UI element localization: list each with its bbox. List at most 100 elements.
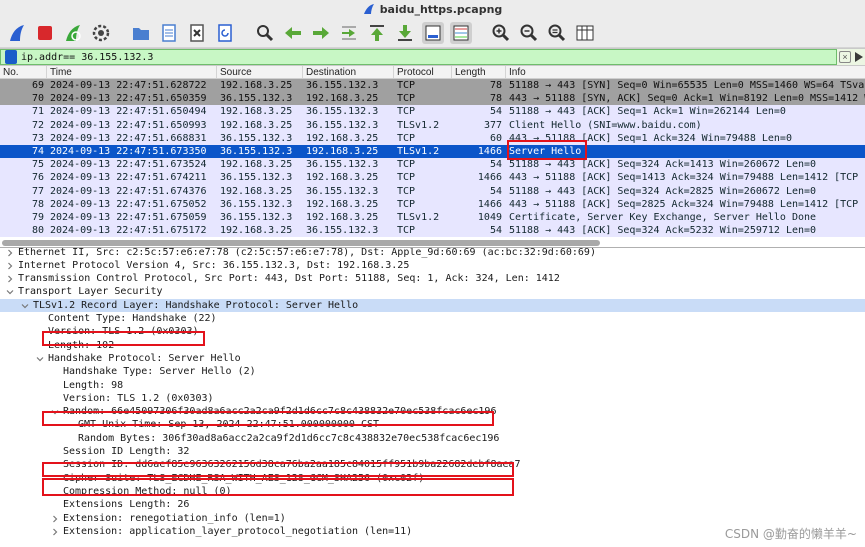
resize-columns-icon: [576, 25, 594, 40]
detail-random-bytes[interactable]: Random Bytes: 306f30ad8a6acc2a2ca9f2d1d6…: [0, 432, 865, 445]
detail-ext-reneg[interactable]: Extension: renegotiation_info (len=1): [0, 512, 865, 525]
packet-row[interactable]: 72 2024-09-13 22:47:51.650993 192.168.3.25…: [0, 118, 865, 132]
detail-tls[interactable]: Transport Layer Security: [0, 285, 865, 298]
packet-cell-time: 2024-09-13 22:47:51.673350: [50, 145, 207, 157]
packet-row[interactable]: 79 2024-09-13 22:47:51.675059 36.155.132.3…: [0, 210, 865, 225]
chevron-right-icon[interactable]: [51, 528, 59, 536]
column-destination[interactable]: Destination: [303, 66, 394, 78]
packet-cell-no: 77: [31, 185, 44, 197]
packet-cell-dst: 36.155.132.3: [306, 159, 379, 171]
clear-filter-icon[interactable]: ×: [839, 51, 851, 63]
packet-cell-len: 54: [489, 159, 502, 171]
filter-bookmark-icon[interactable]: [5, 50, 17, 64]
stop-capture-button[interactable]: [34, 22, 56, 44]
detail-ip[interactable]: Internet Protocol Version 4, Src: 36.155…: [0, 259, 865, 272]
packet-cell-dst: 192.168.3.25: [306, 198, 379, 210]
capture-options-button[interactable]: [90, 22, 112, 44]
packet-cell-time: 2024-09-13 22:47:51.673524: [50, 159, 207, 171]
packet-row[interactable]: 76 2024-09-13 22:47:51.674211 36.155.132.3…: [0, 171, 865, 185]
packet-cell-proto: TCP: [397, 132, 416, 144]
detail-text: Random Bytes: 306f30ad8a6acc2a2ca9f2d1d6…: [78, 432, 500, 444]
autoscroll-icon: [425, 25, 441, 40]
packet-cell-len: 1049: [477, 211, 502, 223]
column-info[interactable]: Info: [506, 66, 865, 78]
save-file-button[interactable]: [158, 22, 180, 44]
packet-cell-no: 76: [31, 172, 44, 184]
detail-handshake[interactable]: Handshake Protocol: Server Hello: [0, 352, 865, 365]
detail-tls-record[interactable]: TLSv1.2 Record Layer: Handshake Protocol…: [0, 298, 865, 312]
packet-cell-src: 192.168.3.25: [220, 185, 293, 197]
open-file-button[interactable]: [130, 22, 152, 44]
detail-content-type[interactable]: Content Type: Handshake (22): [0, 312, 865, 325]
close-file-button[interactable]: [186, 22, 208, 44]
reload-file-button[interactable]: [214, 22, 236, 44]
display-filter-input[interactable]: ip.addr== 36.155.132.3: [0, 49, 837, 65]
go-first-packet-button[interactable]: [366, 22, 388, 44]
column-no[interactable]: No.: [0, 66, 47, 78]
colorize-icon: [453, 25, 469, 40]
detail-session-id-length[interactable]: Session ID Length: 32: [0, 445, 865, 458]
chevron-down-icon[interactable]: [6, 288, 14, 296]
detail-handshake-type[interactable]: Handshake Type: Server Hello (2): [0, 365, 865, 378]
packet-cell-proto: TCP: [397, 159, 416, 171]
colorize-button[interactable]: [450, 21, 472, 44]
detail-ext-length[interactable]: Extensions Length: 26: [0, 498, 865, 511]
packet-cell-info: 51188 → 443 [ACK] Seq=324 Ack=2825 Win=2…: [509, 185, 817, 197]
packet-row[interactable]: 78 2024-09-13 22:47:51.675052 36.155.132.3…: [0, 197, 865, 211]
detail-tcp[interactable]: Transmission Control Protocol, Src Port:…: [0, 272, 865, 285]
go-to-packet-button[interactable]: [338, 22, 360, 44]
packet-row[interactable]: 71 2024-09-13 22:47:51.650494 192.168.3.25…: [0, 105, 865, 119]
chevron-down-icon[interactable]: [21, 302, 29, 310]
window-title: baidu_https.pcapng: [379, 2, 503, 16]
packet-cell-src: 36.155.132.3: [220, 198, 293, 210]
go-back-button[interactable]: [282, 22, 304, 44]
packet-list-hscrollbar[interactable]: [2, 240, 862, 246]
apply-filter-icon[interactable]: [855, 52, 863, 62]
packet-row[interactable]: 74 2024-09-13 22:47:51.673350 36.155.132.3…: [0, 144, 865, 159]
go-first-packet-icon: [370, 24, 384, 41]
packet-row[interactable]: 77 2024-09-13 22:47:51.674376 192.168.3.25…: [0, 184, 865, 198]
packet-cell-len: 377: [483, 119, 502, 131]
packet-cell-dst: 36.155.132.3: [306, 80, 379, 91]
packet-row[interactable]: 75 2024-09-13 22:47:51.673524 192.168.3.25…: [0, 158, 865, 172]
zoom-out-button[interactable]: [518, 22, 540, 44]
chevron-down-icon[interactable]: [36, 355, 44, 363]
go-last-packet-button[interactable]: [394, 22, 416, 44]
autoscroll-button[interactable]: [422, 21, 444, 44]
normal-size-button[interactable]: [546, 22, 568, 44]
packet-rows: 69 2024-09-13 22:47:51.628722 192.168.3.25…: [0, 79, 865, 238]
packet-cell-src: 192.168.3.25: [220, 159, 293, 171]
restart-capture-button[interactable]: [62, 22, 84, 44]
find-packet-button[interactable]: [254, 22, 276, 44]
packet-row[interactable]: 69 2024-09-13 22:47:51.628722 192.168.3.25…: [0, 79, 865, 93]
packet-cell-time: 2024-09-13 22:47:51.675172: [50, 225, 207, 237]
detail-hs-version[interactable]: Version: TLS 1.2 (0x0303): [0, 392, 865, 405]
packet-list-scroll-thumb[interactable]: [2, 240, 600, 246]
packet-cell-info: 443 → 51188 [SYN, ACK] Seq=0 Ack=1 Win=8…: [509, 93, 865, 105]
column-source[interactable]: Source: [217, 66, 303, 78]
server-hello-highlight: [507, 140, 587, 160]
detail-hs-length[interactable]: Length: 98: [0, 379, 865, 392]
packet-row[interactable]: 80 2024-09-13 22:47:51.675172 192.168.3.25…: [0, 224, 865, 238]
chevron-right-icon[interactable]: [6, 262, 14, 270]
main-toolbar: [0, 18, 865, 48]
packet-cell-info: Certificate, Server Key Exchange, Server…: [509, 211, 817, 223]
start-capture-button[interactable]: [6, 22, 28, 44]
detail-text: Ethernet II, Src: c2:5c:57:e6:e7:78 (c2:…: [18, 248, 596, 258]
column-length[interactable]: Length: [452, 66, 506, 78]
column-time[interactable]: Time: [47, 66, 217, 78]
chevron-right-icon[interactable]: [6, 275, 14, 283]
chevron-right-icon[interactable]: [51, 515, 59, 523]
detail-ethernet[interactable]: Ethernet II, Src: c2:5c:57:e6:e7:78 (c2:…: [0, 248, 865, 259]
go-forward-button[interactable]: [310, 22, 332, 44]
packet-row[interactable]: 70 2024-09-13 22:47:51.650359 36.155.132.3…: [0, 92, 865, 106]
zoom-in-button[interactable]: [490, 22, 512, 44]
csdn-watermark: CSDN @勤奋的懒羊羊~: [724, 527, 857, 541]
detail-text: Extension: application_layer_protocol_ne…: [63, 525, 413, 537]
version-highlight: [42, 331, 205, 346]
close-file-icon: [190, 23, 204, 42]
packet-row[interactable]: 73 2024-09-13 22:47:51.668831 36.155.132.3…: [0, 131, 865, 145]
chevron-right-icon[interactable]: [6, 249, 14, 257]
column-protocol[interactable]: Protocol: [394, 66, 452, 78]
resize-columns-button[interactable]: [574, 22, 596, 44]
